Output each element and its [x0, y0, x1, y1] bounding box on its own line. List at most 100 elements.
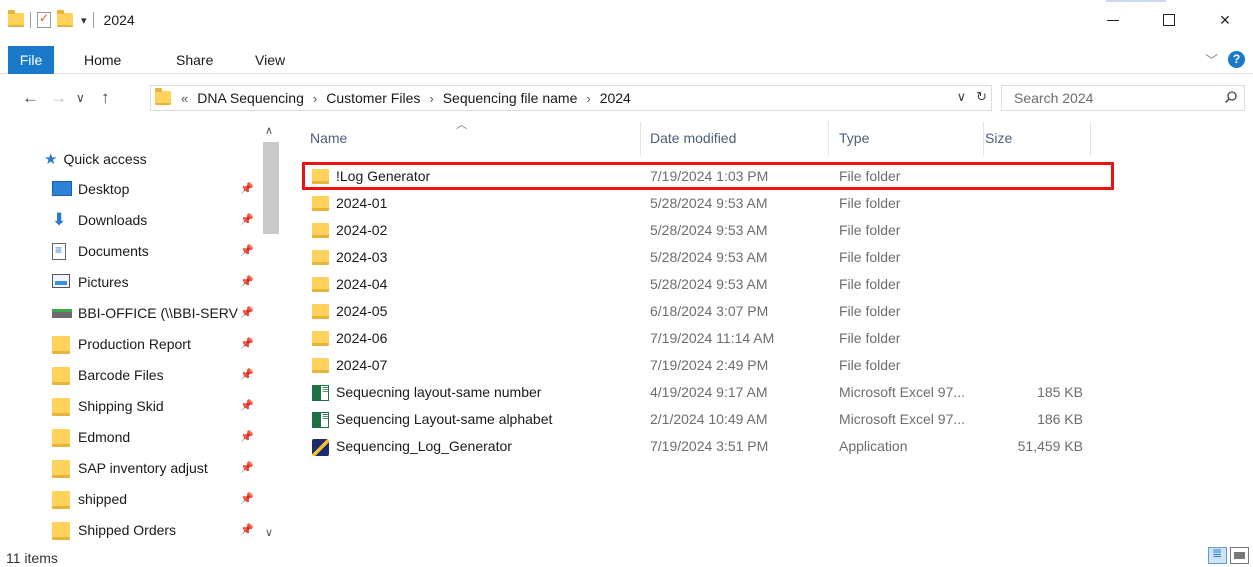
breadcrumb-dna-sequencing[interactable]: DNA Sequencing	[197, 90, 304, 106]
minimize-button[interactable]	[1085, 0, 1141, 40]
quick-access-label: Quick access	[63, 151, 147, 167]
folder-icon	[52, 460, 70, 478]
sidebar-item-downloads[interactable]: ⬇ Downloads 📌	[0, 205, 260, 236]
pin-icon[interactable]: 📌	[240, 430, 254, 443]
column-header-name[interactable]: Name ︿	[300, 118, 640, 158]
sidebar-item-documents[interactable]: Documents 📌	[0, 236, 260, 267]
pin-icon[interactable]: 📌	[240, 461, 254, 474]
file-row-2024-03[interactable]: 2024-03 5/28/2024 9:53 AM File folder	[300, 244, 1110, 271]
column-header-type[interactable]: Type	[829, 118, 983, 158]
tab-file[interactable]: File	[8, 46, 54, 74]
column-divider[interactable]	[1090, 122, 1091, 156]
breadcrumb-sequencing-file-name[interactable]: Sequencing file name	[443, 90, 578, 106]
excel-icon	[312, 411, 329, 428]
pin-icon[interactable]: 📌	[240, 399, 254, 412]
tab-view[interactable]: View	[255, 46, 285, 74]
quick-access-header[interactable]: ★ Quick access	[44, 150, 147, 168]
help-icon[interactable]: ?	[1228, 51, 1245, 68]
sidebar-item-shipping-skid[interactable]: Shipping Skid 📌	[0, 391, 260, 422]
breadcrumb-customer-files[interactable]: Customer Files	[326, 90, 420, 106]
file-row-sequencing-layout-same-alphabet[interactable]: Sequencing Layout-same alphabet 2/1/2024…	[300, 406, 1110, 433]
breadcrumb-separator-icon[interactable]: ›	[313, 91, 317, 106]
pin-icon[interactable]: 📌	[240, 492, 254, 505]
forward-arrow-icon[interactable]: →	[50, 88, 67, 108]
navigation-pane: ★ Quick access Desktop 📌 ⬇ Downloads 📌 D…	[0, 118, 283, 546]
breadcrumb-overflow[interactable]: «	[181, 91, 188, 106]
column-header-label: Type	[839, 130, 870, 146]
column-header-date-modified[interactable]: Date modified	[640, 118, 828, 158]
file-row-2024-06[interactable]: 2024-06 7/19/2024 11:14 AM File folder	[300, 325, 1110, 352]
file-row-sequencing-log-generator[interactable]: Sequencing_Log_Generator 7/19/2024 3:51 …	[300, 433, 1110, 460]
sidebar-item-barcode-files[interactable]: Barcode Files 📌	[0, 360, 260, 391]
sidebar-item-pictures[interactable]: Pictures 📌	[0, 267, 260, 298]
quick-access-toolbar: ▾ 2024	[8, 10, 135, 28]
pin-icon[interactable]: 📌	[240, 213, 254, 226]
file-row-2024-05[interactable]: 2024-05 6/18/2024 3:07 PM File folder	[300, 298, 1110, 325]
pin-icon[interactable]: 📌	[240, 182, 254, 195]
sidebar-item-label: Production Report	[78, 336, 191, 352]
file-row-2024-01[interactable]: 2024-01 5/28/2024 9:53 AM File folder	[300, 190, 1110, 217]
folder-icon	[52, 522, 70, 540]
sidebar-item-label: Desktop	[78, 181, 130, 197]
window-title: 2024	[103, 12, 135, 28]
sidebar-item-bbi-office[interactable]: BBI-OFFICE (\\BBI-SERV 📌	[0, 298, 260, 329]
breadcrumb-2024[interactable]: 2024	[600, 90, 631, 106]
properties-icon[interactable]	[37, 11, 51, 28]
new-folder-icon[interactable]	[57, 10, 73, 27]
scrollbar-thumb[interactable]	[263, 142, 279, 234]
navigation-pane-scrollbar[interactable]: ∧ ∨	[262, 118, 280, 546]
pin-icon[interactable]: 📌	[240, 244, 254, 257]
scroll-down-icon[interactable]: ∨	[265, 526, 273, 539]
pictures-icon	[52, 274, 70, 288]
sidebar-item-shipped[interactable]: shipped 📌	[0, 484, 260, 515]
desktop-icon	[52, 181, 72, 196]
file-name: 2024-02	[336, 222, 388, 238]
breadcrumb-separator-icon[interactable]: ›	[586, 91, 590, 106]
star-icon: ★	[44, 151, 58, 168]
pin-icon[interactable]: 📌	[240, 275, 254, 288]
back-arrow-icon[interactable]: ←	[22, 88, 39, 108]
search-input[interactable]: Search 2024	[1001, 85, 1245, 111]
up-arrow-icon[interactable]: ↑	[101, 88, 110, 108]
close-button[interactable]: ×	[1197, 0, 1253, 40]
tab-home[interactable]: Home	[84, 46, 121, 74]
recent-locations-chevron-icon[interactable]: ∨	[76, 91, 85, 105]
pin-icon[interactable]: 📌	[240, 523, 254, 536]
details-view-icon[interactable]	[1208, 546, 1227, 564]
large-icons-view-icon[interactable]	[1230, 547, 1249, 564]
file-type: File folder	[839, 357, 901, 373]
file-row-sequecning-layout-same-number[interactable]: Sequecning layout-same number 4/19/2024 …	[300, 379, 1110, 406]
sidebar-item-production-report[interactable]: Production Report 📌	[0, 329, 260, 360]
file-row-2024-04[interactable]: 2024-04 5/28/2024 9:53 AM File folder	[300, 271, 1110, 298]
pin-icon[interactable]: 📌	[240, 306, 254, 319]
sidebar-item-desktop[interactable]: Desktop 📌	[0, 174, 260, 205]
customize-toolbar-dropdown-icon[interactable]: ▾	[81, 14, 87, 27]
folder-icon	[312, 304, 329, 319]
address-history-chevron-icon[interactable]: ∨	[957, 89, 967, 105]
file-name: Sequecning layout-same number	[336, 384, 542, 400]
pin-icon[interactable]: 📌	[240, 368, 254, 381]
file-date: 6/18/2024 3:07 PM	[650, 303, 769, 319]
maximize-button[interactable]	[1141, 0, 1197, 40]
refresh-icon[interactable]: ↻	[976, 89, 987, 105]
expand-ribbon-chevron-icon[interactable]: ﹀	[1205, 50, 1218, 69]
sidebar-item-edmond[interactable]: Edmond 📌	[0, 422, 260, 453]
search-icon[interactable]	[1224, 90, 1238, 104]
column-header-size[interactable]: Size	[975, 118, 1090, 158]
breadcrumb-separator-icon[interactable]: ›	[429, 91, 433, 106]
file-date: 7/19/2024 3:51 PM	[650, 438, 769, 454]
tab-share[interactable]: Share	[176, 46, 213, 74]
toolbar-separator	[92, 12, 94, 28]
status-bar: 11 items	[0, 546, 1253, 567]
file-type: File folder	[839, 249, 901, 265]
sidebar-item-sap-inventory-adjust[interactable]: SAP inventory adjust 📌	[0, 453, 260, 484]
address-bar[interactable]: « DNA Sequencing › Customer Files › Sequ…	[150, 85, 992, 111]
pin-icon[interactable]: 📌	[240, 337, 254, 350]
file-type: File folder	[839, 222, 901, 238]
file-row-2024-07[interactable]: 2024-07 7/19/2024 2:49 PM File folder	[300, 352, 1110, 379]
address-tools: ∨ ↻	[957, 89, 987, 105]
folder-icon	[312, 358, 329, 373]
file-row-2024-02[interactable]: 2024-02 5/28/2024 9:53 AM File folder	[300, 217, 1110, 244]
scroll-up-icon[interactable]: ∧	[265, 124, 273, 137]
sidebar-item-shipped-orders[interactable]: Shipped Orders 📌	[0, 515, 260, 546]
